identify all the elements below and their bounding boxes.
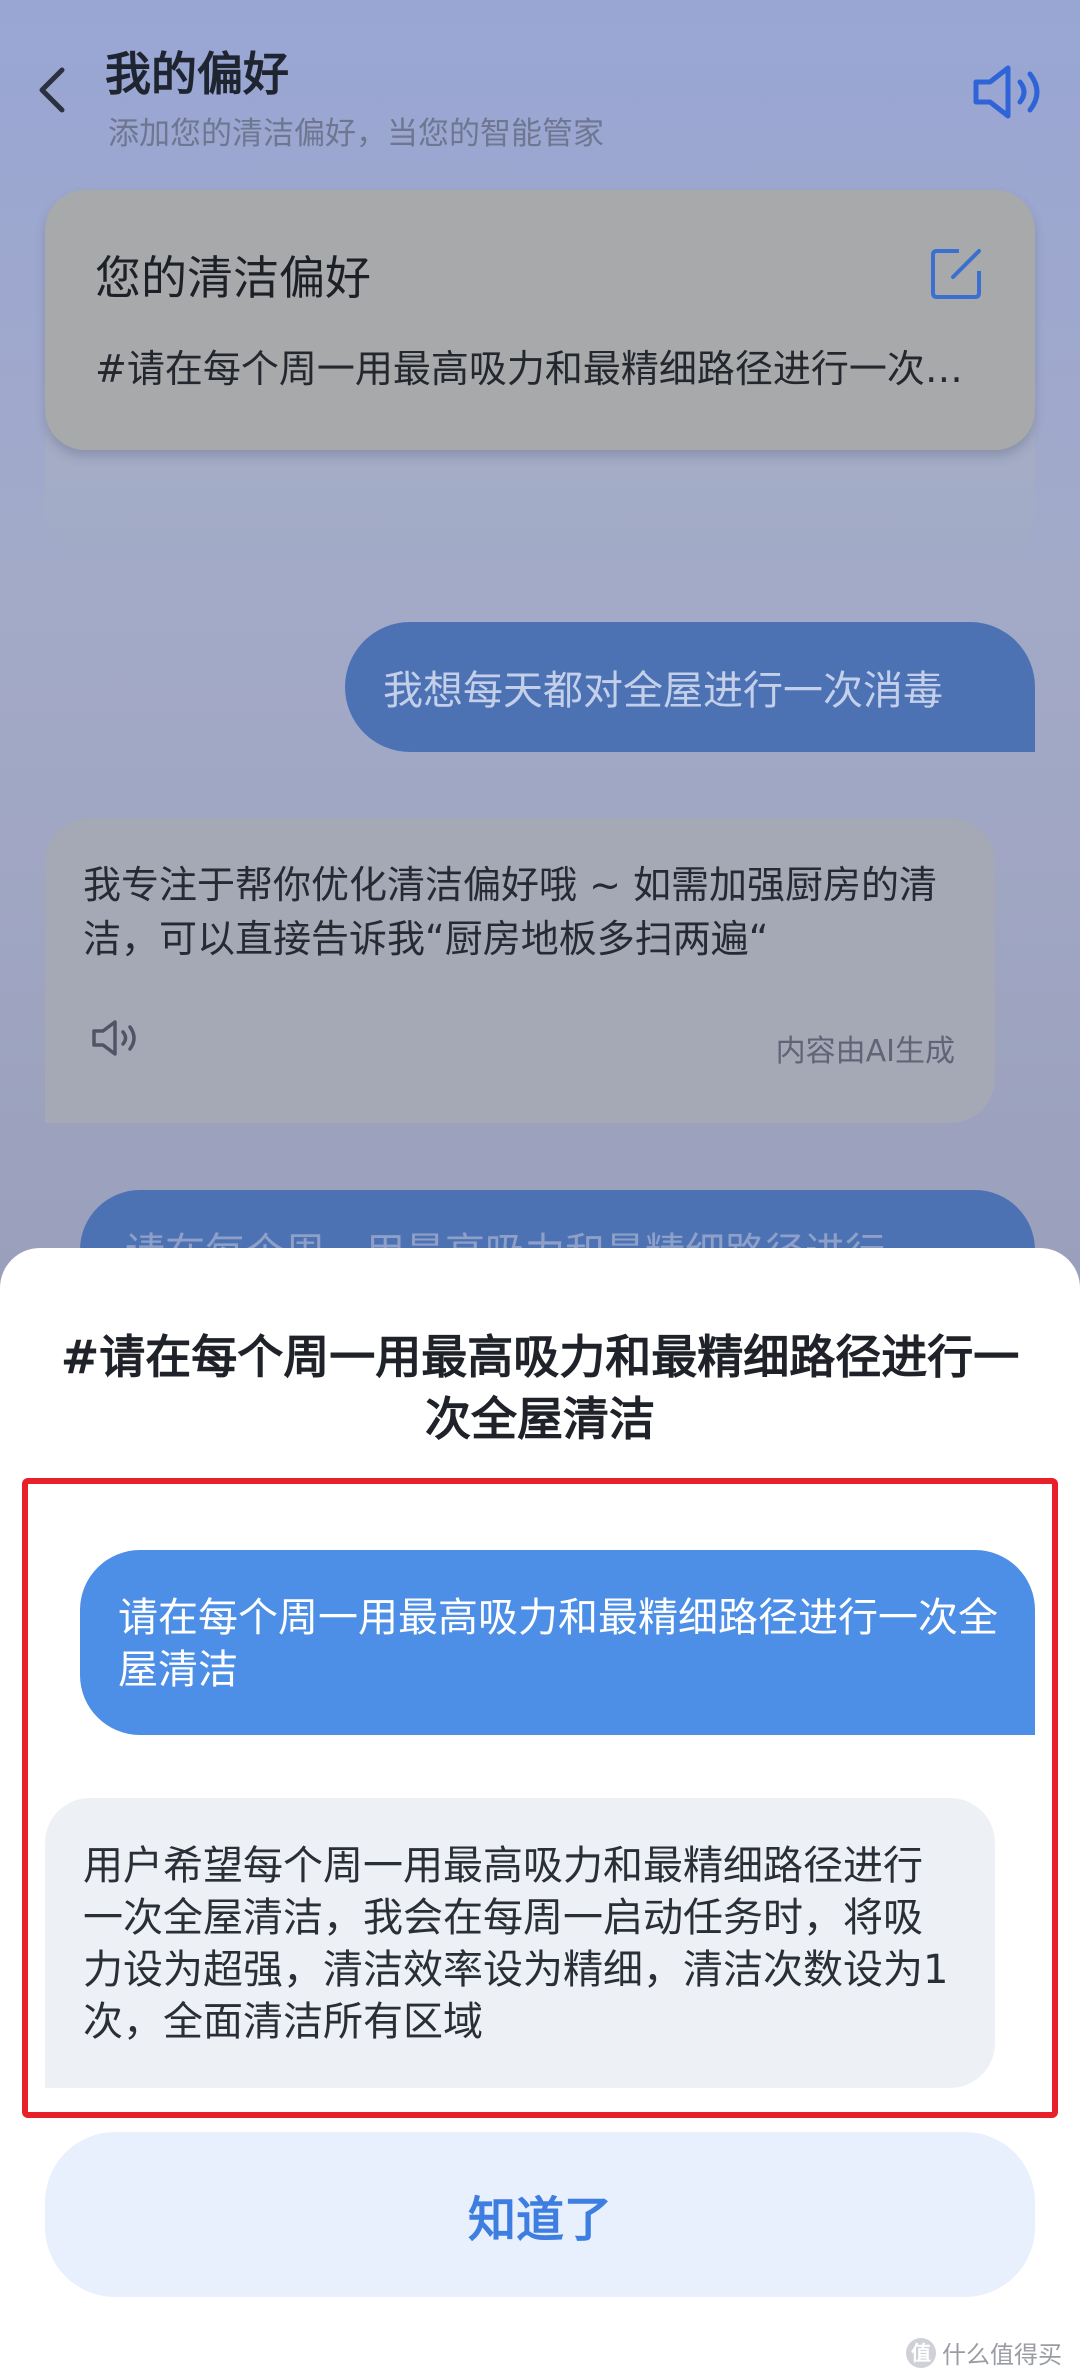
speaker-icon[interactable]	[90, 1018, 142, 1058]
speaker-icon[interactable]	[970, 62, 1050, 122]
chat-ai-message: 我专注于帮你优化清洁偏好哦 ~ 如需加强厨房的清洁，可以直接告诉我“厨房地板多扫…	[45, 818, 995, 1123]
sheet-title: #请在每个周一用最高吸力和最精细路径进行一次全屋清洁	[60, 1330, 1020, 1446]
watermark-logo: 值	[906, 2337, 936, 2368]
got-it-button[interactable]: 知道了	[45, 2132, 1035, 2297]
preference-card-text: #请在每个周一用最高吸力和最精细路径进行一次全屋清洁	[95, 347, 975, 391]
bottom-sheet: #请在每个周一用最高吸力和最精细路径进行一次全屋清洁 请在每个周一用最高吸力和最…	[0, 1248, 1080, 2380]
watermark: 值 什么值得买	[906, 2335, 1062, 2370]
sheet-ai-reply: 用户希望每个周一用最高吸力和最精细路径进行一次全屋清洁，我会在每周一启动任务时，…	[45, 1798, 995, 2088]
ai-generated-note: 内容由AI生成	[775, 1034, 955, 1069]
sheet-user-message: 请在每个周一用最高吸力和最精细路径进行一次全屋清洁	[80, 1550, 1035, 1735]
edit-icon[interactable]	[929, 245, 985, 301]
preference-card-title: 您的清洁偏好	[95, 251, 371, 305]
page-subtitle: 添加您的清洁偏好，当您的智能管家	[108, 116, 604, 152]
page-title: 我的偏好	[105, 47, 289, 101]
preference-card[interactable]: 您的清洁偏好 #请在每个周一用最高吸力和最精细路径进行一次全屋清洁	[45, 190, 1035, 450]
background-screen: 我的偏好 添加您的清洁偏好，当您的智能管家 您的清洁偏好 #请在每个周一用最高吸…	[0, 0, 1080, 1320]
chat-ai-message-text: 我专注于帮你优化清洁偏好哦 ~ 如需加强厨房的清洁，可以直接告诉我“厨房地板多扫…	[83, 863, 938, 961]
chat-user-message: 我想每天都对全屋进行一次消毒	[345, 622, 1035, 752]
watermark-text: 什么值得买	[942, 2341, 1062, 2369]
back-icon[interactable]	[32, 60, 72, 120]
